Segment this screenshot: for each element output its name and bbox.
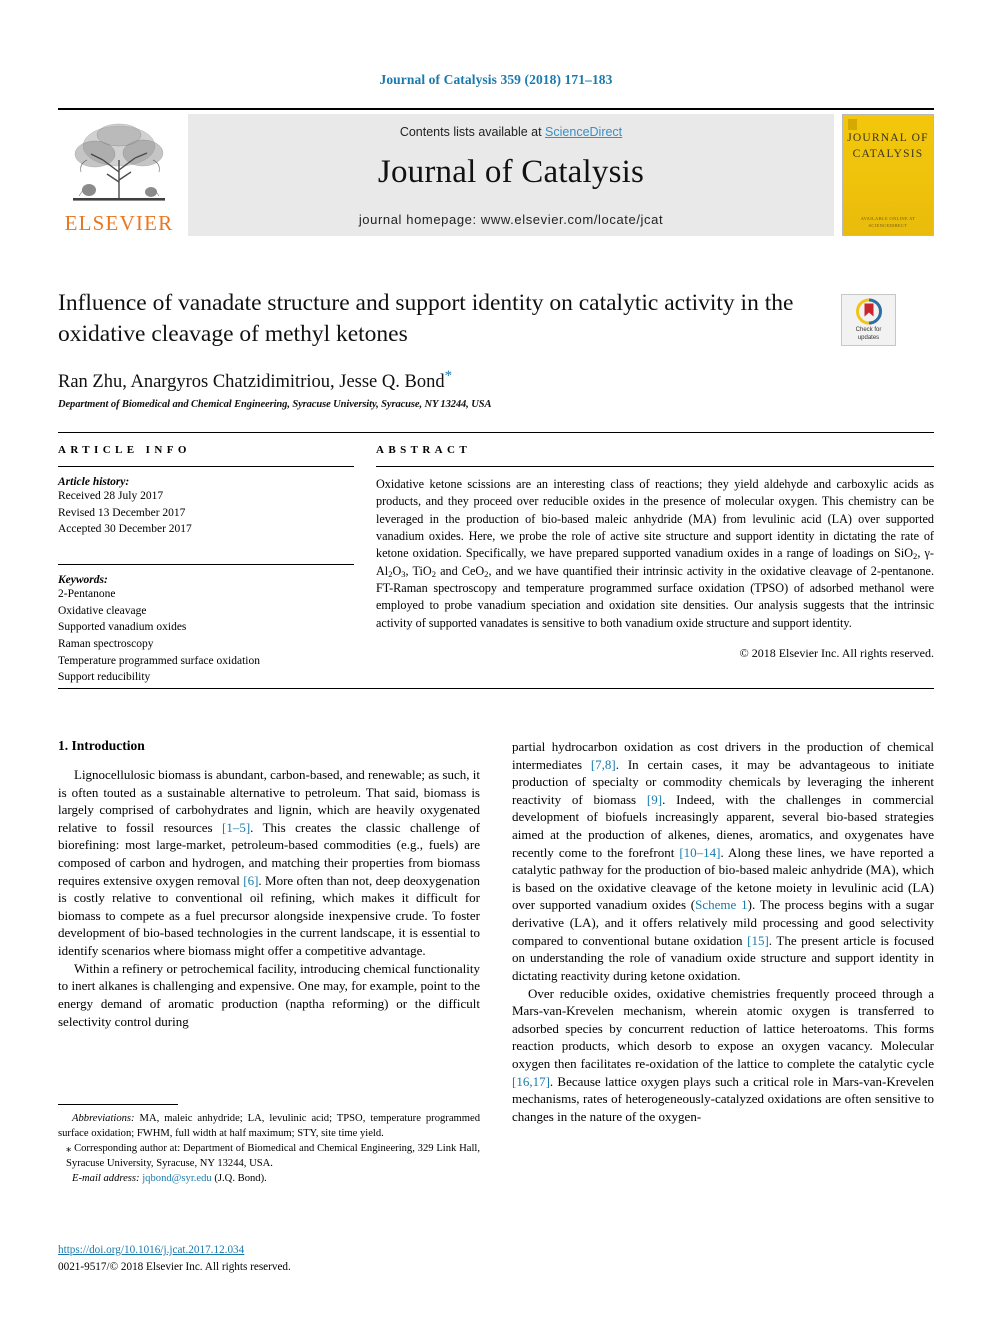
keywords-block: Keywords: 2-Pentanone Oxidative cleavage… bbox=[58, 574, 354, 686]
crossmark-label: Check for updates bbox=[855, 327, 882, 341]
info-bottom-rule bbox=[58, 688, 934, 689]
journal-title: Journal of Catalysis bbox=[377, 154, 645, 190]
abstract-column: ABSTRACT Oxidative ketone scissions are … bbox=[376, 444, 934, 686]
article-history-accepted: Accepted 30 December 2017 bbox=[58, 523, 192, 536]
journal-homepage-line[interactable]: journal homepage: www.elsevier.com/locat… bbox=[188, 212, 834, 227]
corresponding-author-marker: * bbox=[444, 368, 453, 385]
issn-copyright-line: 0021-9517/© 2018 Elsevier Inc. All right… bbox=[58, 1260, 291, 1273]
author-names: Ran Zhu, Anargyros Chatzidimitriou, Jess… bbox=[58, 372, 445, 393]
contents-prefix-text: Contents lists available at bbox=[399, 125, 546, 139]
paper-page: Journal of Catalysis 359 (2018) 171–183 bbox=[0, 0, 992, 1323]
paragraph: partial hydrocarbon oxidation as cost dr… bbox=[512, 739, 935, 983]
info-abstract-region: ARTICLE INFO Article history: Received 2… bbox=[58, 444, 934, 686]
citation-link[interactable]: [1–5] bbox=[222, 820, 250, 835]
citation-link[interactable]: Scheme 1 bbox=[695, 897, 747, 912]
article-title-block: Influence of vanadate structure and supp… bbox=[58, 288, 934, 410]
abstract-rule bbox=[376, 466, 934, 467]
keywords-label: Keywords: bbox=[58, 574, 108, 587]
citation-link[interactable]: [15] bbox=[747, 933, 769, 948]
article-history-label: Article history: bbox=[58, 476, 130, 488]
article-history-revised: Revised 13 December 2017 bbox=[58, 506, 186, 519]
email-link[interactable]: jqbond@syr.edu bbox=[142, 1173, 212, 1184]
paragraph: Lignocellulosic biomass is abundant, car… bbox=[58, 767, 481, 959]
article-info-column: ARTICLE INFO Article history: Received 2… bbox=[58, 444, 354, 686]
masthead-center-band: Contents lists available at ScienceDirec… bbox=[188, 114, 834, 236]
abstract-part-3: O bbox=[392, 563, 402, 578]
section-title-introduction: 1. Introduction bbox=[58, 738, 145, 753]
keyword-item: Temperature programmed surface oxidation bbox=[58, 654, 260, 667]
corresponding-text: Corresponding author at: Department of B… bbox=[66, 1143, 480, 1169]
cover-footer-text: AVAILABLE ONLINE AT SCIENCEDIRECT bbox=[860, 215, 916, 228]
keyword-item: 2-Pentanone bbox=[58, 588, 116, 601]
keyword-item: Supported vanadium oxides bbox=[58, 621, 187, 634]
doi-block: https://doi.org/10.1016/j.jcat.2017.12.0… bbox=[58, 1242, 488, 1276]
citation-link[interactable]: [6] bbox=[243, 873, 258, 888]
cover-journal-title: JOURNAL OF CATALYSIS bbox=[847, 132, 929, 160]
contents-available-line: Contents lists available at ScienceDirec… bbox=[188, 125, 834, 139]
elsevier-tree-icon bbox=[73, 123, 165, 201]
running-head: Journal of Catalysis 359 (2018) 171–183 bbox=[379, 72, 613, 87]
email-label: E-mail address: bbox=[72, 1173, 140, 1185]
page-title: Influence of vanadate structure and supp… bbox=[58, 290, 794, 348]
footnote-rule bbox=[58, 1104, 178, 1105]
footnote-block: Abbreviations: MA, maleic anhydride; LA,… bbox=[58, 1104, 480, 1188]
abstract-part-5: and CeO bbox=[435, 563, 485, 578]
body-columns: 1. Introduction Lignocellulosic biomass … bbox=[58, 738, 934, 1125]
crossmark-icon bbox=[855, 298, 882, 325]
article-info-heading: ARTICLE INFO bbox=[58, 444, 191, 456]
email-suffix: (J.Q. Bond). bbox=[211, 1173, 267, 1185]
journal-masthead: ELSEVIER Contents lists available at Sci… bbox=[58, 108, 934, 236]
abstract-heading: ABSTRACT bbox=[376, 444, 472, 456]
abbreviations-label: Abbreviations: bbox=[72, 1113, 135, 1124]
citation-link[interactable]: [16,17] bbox=[512, 1074, 550, 1089]
abstract-part-4: , TiO bbox=[405, 563, 432, 578]
elsevier-wordmark: ELSEVIER bbox=[64, 211, 174, 235]
affiliation: Department of Biomedical and Chemical En… bbox=[58, 399, 492, 411]
citation-link[interactable]: [10–14] bbox=[679, 845, 720, 860]
citation-link[interactable]: [7,8] bbox=[591, 757, 616, 772]
sciencedirect-link[interactable]: ScienceDirect bbox=[545, 125, 622, 139]
keyword-item: Raman spectroscopy bbox=[58, 638, 154, 651]
crossmark-badge[interactable]: Check for updates bbox=[841, 294, 896, 346]
footnote-corresponding-author: ⁎ Corresponding author at: Department of… bbox=[58, 1142, 480, 1171]
citation-link[interactable]: [9] bbox=[647, 792, 662, 807]
footnote-email: E-mail address: jqbond@syr.edu (J.Q. Bon… bbox=[58, 1172, 480, 1187]
article-info-rule bbox=[58, 466, 354, 467]
author-list: Ran Zhu, Anargyros Chatzidimitriou, Jess… bbox=[58, 368, 934, 393]
body-left-column: 1. Introduction Lignocellulosic biomass … bbox=[58, 738, 480, 1125]
paragraph: Over reducible oxides, oxidative chemist… bbox=[512, 985, 934, 1124]
keywords-list: 2-Pentanone Oxidative cleavage Supported… bbox=[58, 586, 354, 686]
journal-cover-thumbnail: JOURNAL OF CATALYSIS AVAILABLE ONLINE AT S… bbox=[842, 114, 934, 236]
keyword-item: Oxidative cleavage bbox=[58, 604, 147, 617]
abstract-text: Oxidative ketone scissions are an intere… bbox=[376, 476, 934, 632]
elsevier-logo: ELSEVIER bbox=[58, 114, 180, 236]
doi-link[interactable]: https://doi.org/10.1016/j.jcat.2017.12.0… bbox=[58, 1244, 244, 1256]
cover-elsevier-mark-icon bbox=[848, 119, 857, 130]
body-right-column: partial hydrocarbon oxidation as cost dr… bbox=[512, 738, 934, 1125]
info-top-rule bbox=[58, 432, 934, 433]
keyword-item: Support reducibility bbox=[58, 671, 151, 684]
paragraph: Within a refinery or petrochemical facil… bbox=[58, 960, 480, 1029]
abstract-part-1: Oxidative ketone scissions are an intere… bbox=[376, 477, 934, 561]
keywords-rule bbox=[58, 564, 354, 566]
abstract-copyright: © 2018 Elsevier Inc. All rights reserved… bbox=[739, 645, 934, 660]
article-history-received: Received 28 July 2017 bbox=[58, 490, 164, 502]
footnote-abbreviations: Abbreviations: MA, maleic anhydride; LA,… bbox=[58, 1112, 480, 1141]
